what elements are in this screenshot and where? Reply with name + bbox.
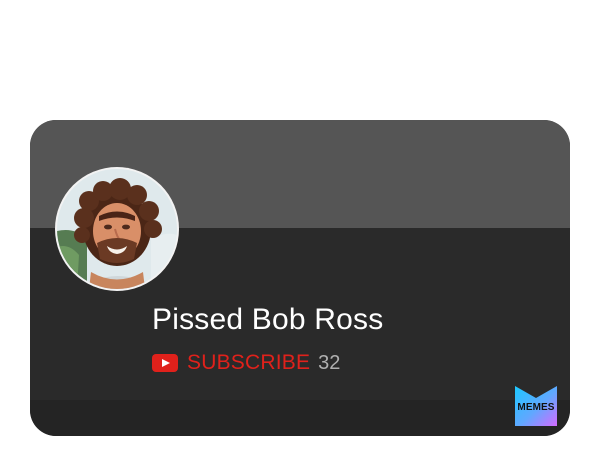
subscriber-count: 32 [318, 351, 341, 374]
memes-logo-icon: MEMES [513, 385, 559, 427]
youtube-play-icon[interactable] [152, 354, 178, 372]
channel-avatar[interactable] [57, 169, 177, 289]
card-footer-strip [30, 400, 570, 436]
subscribe-row: SUBSCRIBE 32 [152, 350, 340, 376]
channel-name[interactable]: Pissed Bob Ross [152, 303, 383, 337]
memes-watermark-text: MEMES [517, 402, 555, 413]
page: Pissed Bob Ross SUBSCRIBE 32 MEMES [0, 0, 600, 467]
subscribe-button[interactable]: SUBSCRIBE [187, 351, 310, 375]
channel-card: Pissed Bob Ross SUBSCRIBE 32 [30, 120, 570, 436]
bob-ross-portrait-icon [57, 169, 177, 289]
